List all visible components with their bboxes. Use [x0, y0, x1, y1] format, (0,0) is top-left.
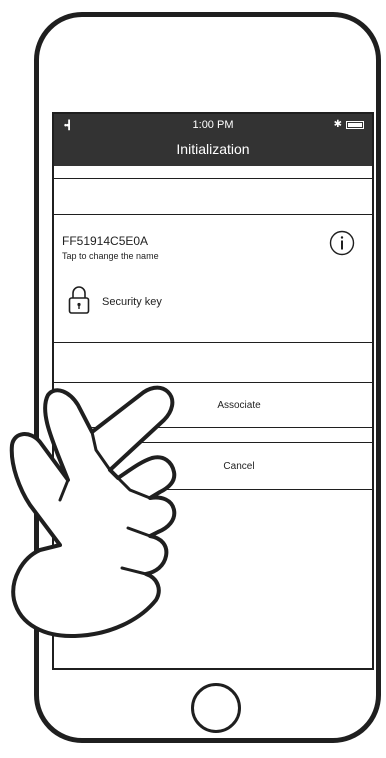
page-title: Initialization: [176, 141, 250, 157]
bluetooth-icon: ✱: [333, 119, 342, 130]
lock-icon: [68, 286, 90, 314]
phone-screen: ••▎ 1:00 PM ✱ Initialization FF51914C5E0…: [52, 112, 374, 670]
cancel-label: Cancel: [223, 460, 255, 472]
info-icon[interactable]: [329, 230, 355, 256]
battery-icon: [346, 120, 364, 129]
device-name: FF51914C5E0A: [62, 234, 149, 248]
divider: [54, 342, 372, 343]
status-right: ✱: [334, 119, 364, 130]
status-bar: ••▎ 1:00 PM ✱ Initialization: [54, 114, 372, 166]
associate-label: Associate: [217, 399, 261, 411]
divider: [54, 489, 372, 490]
illustration-canvas: ••▎ 1:00 PM ✱ Initialization FF51914C5E0…: [0, 0, 386, 758]
security-key-label: Security key: [102, 296, 162, 308]
home-button[interactable]: [191, 683, 241, 733]
divider: [54, 382, 372, 383]
associate-button[interactable]: Associate: [54, 384, 372, 426]
divider: [54, 427, 372, 428]
status-time: 1:00 PM: [192, 119, 234, 131]
rename-hint: Tap to change the name: [62, 251, 159, 261]
cancel-button[interactable]: Cancel: [54, 444, 372, 488]
divider: [54, 178, 372, 179]
divider: [54, 442, 372, 443]
